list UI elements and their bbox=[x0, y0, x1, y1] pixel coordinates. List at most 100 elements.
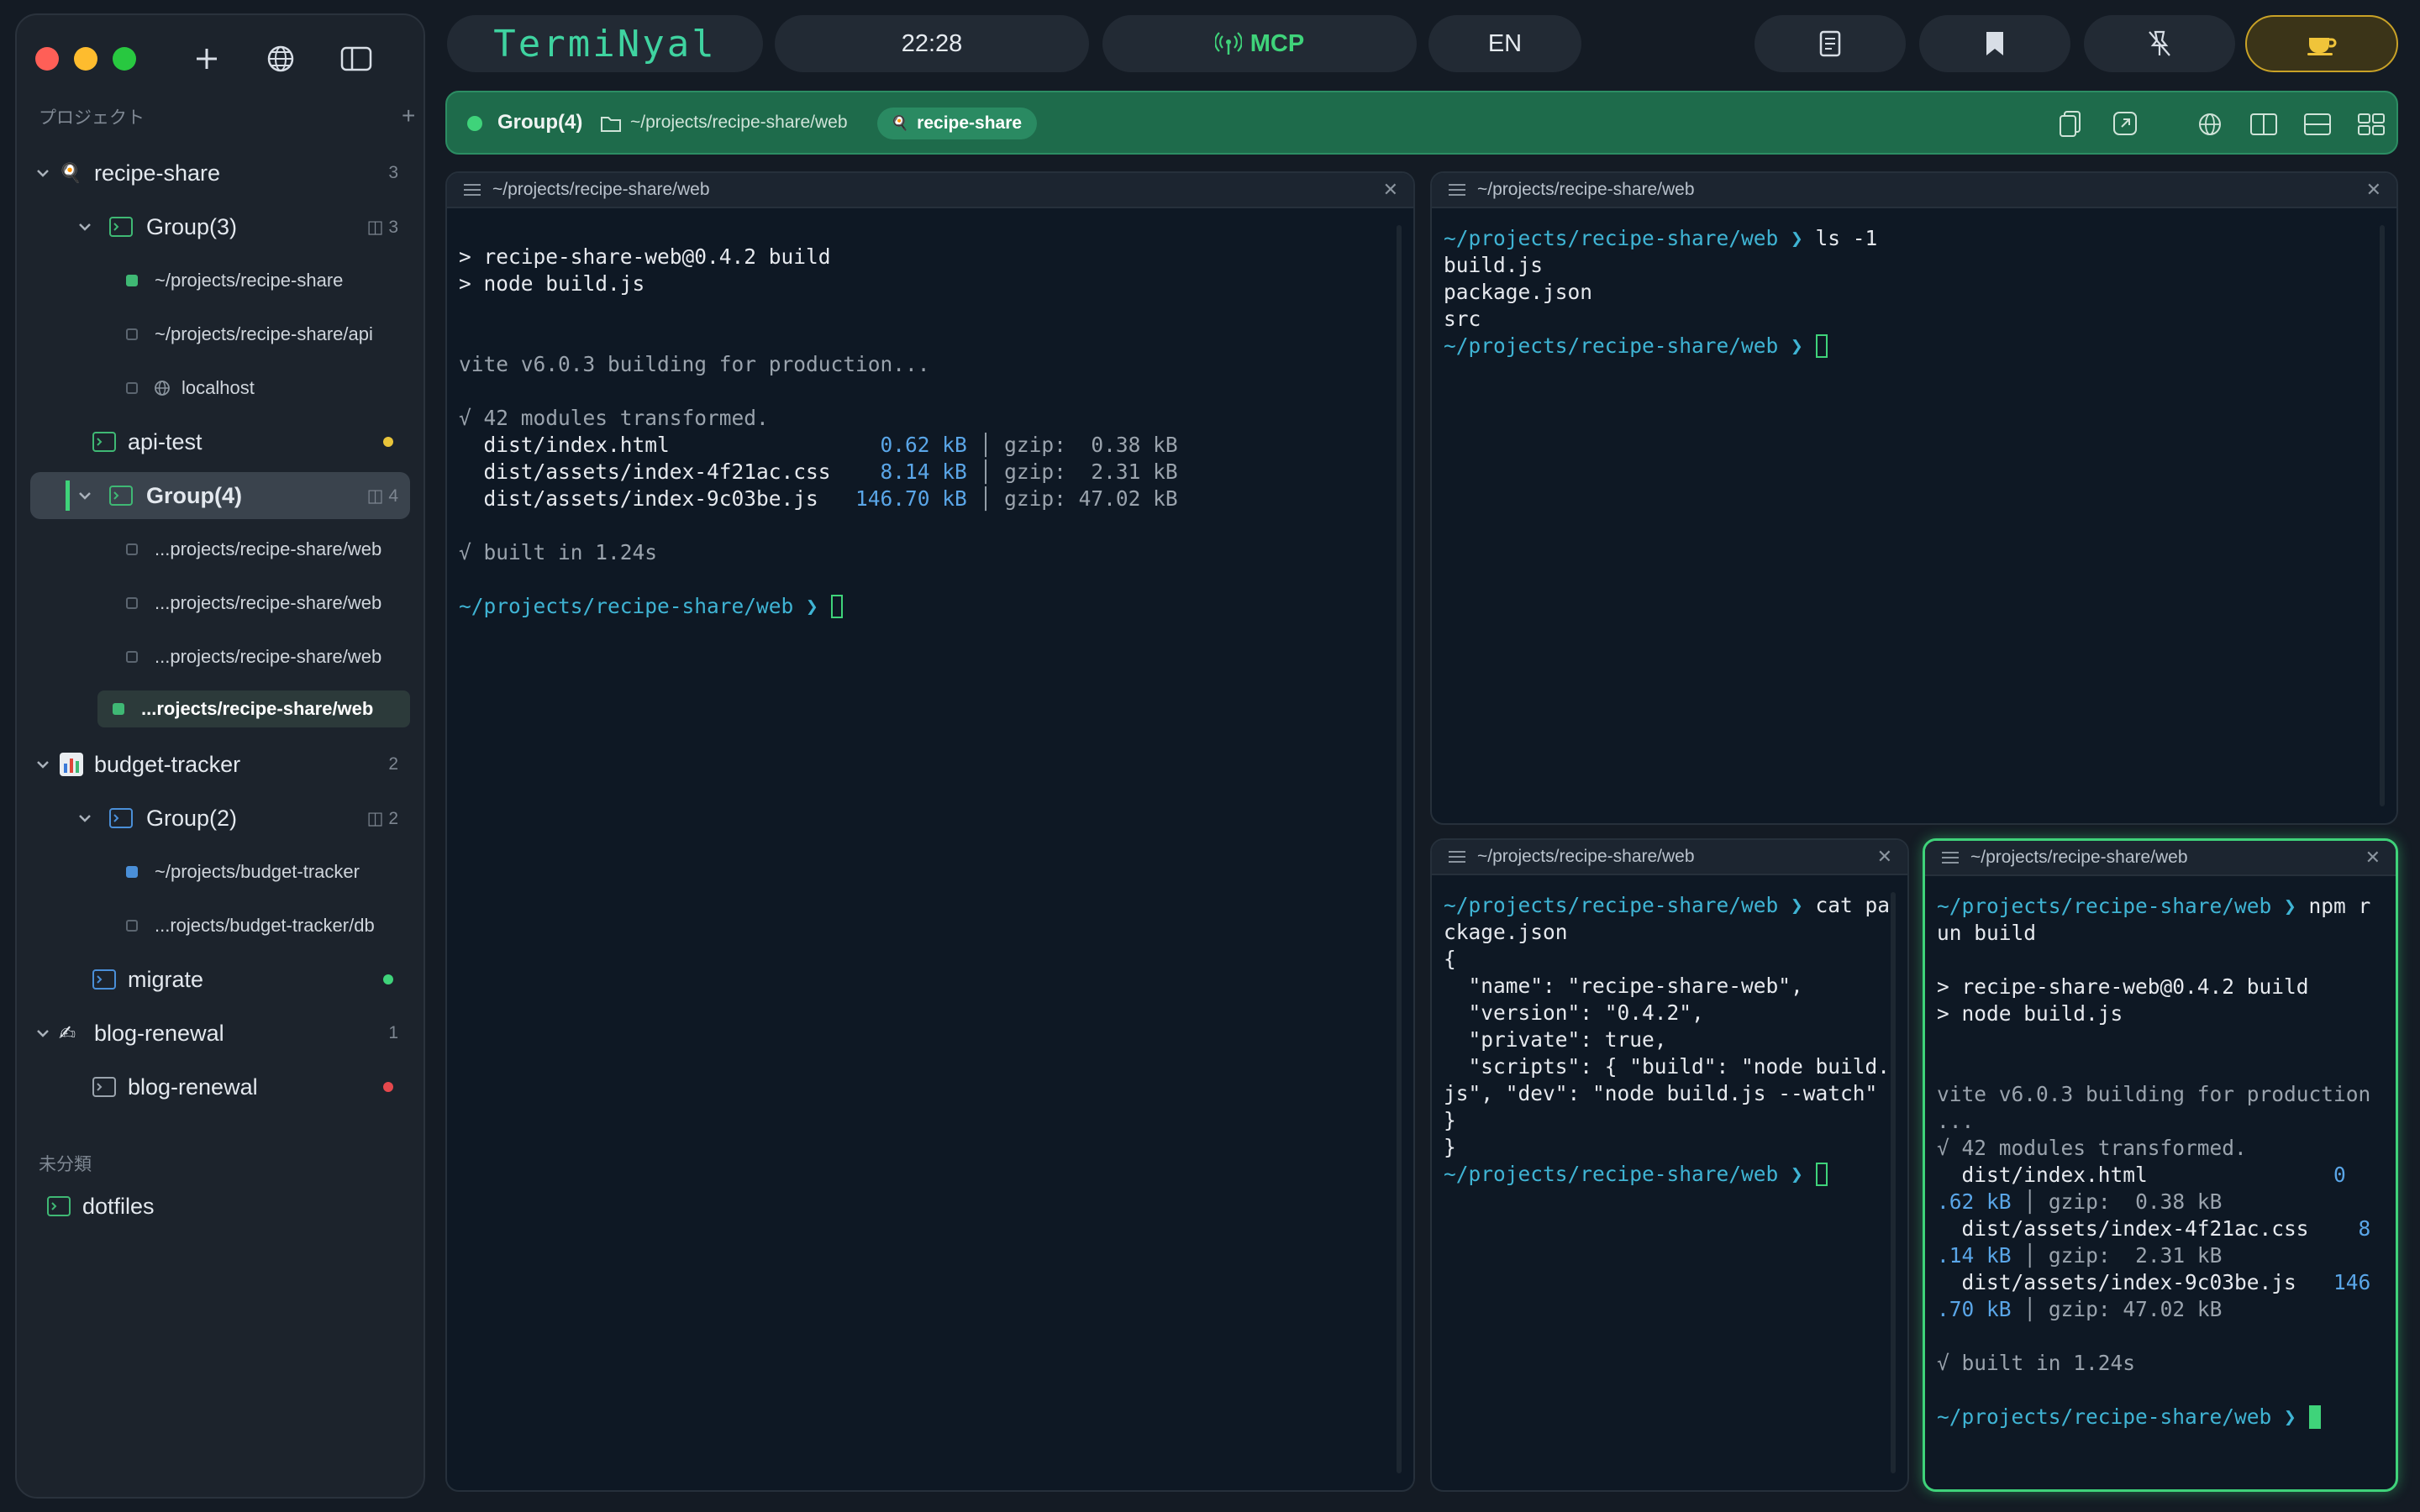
session-checkbox[interactable] bbox=[126, 543, 138, 555]
session-item[interactable]: ...projects/recipe-share/web bbox=[30, 526, 410, 573]
terminal-pane-bottom-right-active[interactable]: ~/projects/recipe-share/web ✕ ~/projects… bbox=[1923, 838, 2398, 1492]
group-bar-label: Group(4) bbox=[497, 111, 583, 134]
coffee-button[interactable] bbox=[2245, 15, 2398, 72]
active-indicator bbox=[66, 480, 70, 511]
command: ls -1 bbox=[1815, 226, 1878, 250]
pane-header[interactable]: ~/projects/recipe-share/web ✕ bbox=[447, 173, 1413, 208]
project-recipe-share[interactable]: 🍳 recipe-share 3 bbox=[30, 150, 410, 197]
split-vertical-icon[interactable] bbox=[2249, 109, 2279, 139]
writing-hand-emoji-icon: ✍ bbox=[59, 1021, 76, 1045]
close-window-button[interactable] bbox=[35, 47, 59, 71]
project-count: 3 bbox=[388, 163, 398, 182]
session-checkbox[interactable] bbox=[126, 328, 138, 340]
group-bar: Group(4) ~/projects/recipe-share/web 🍳 r… bbox=[445, 91, 2398, 155]
zoom-window-button[interactable] bbox=[113, 47, 136, 71]
menu-icon[interactable] bbox=[464, 184, 481, 196]
terminal-output[interactable]: ~/projects/recipe-share/web ❯ cat pa ckag… bbox=[1444, 892, 1890, 1188]
terminal-pane-bottom-middle[interactable]: ~/projects/recipe-share/web ✕ ~/projects… bbox=[1430, 838, 1909, 1492]
close-icon[interactable]: ✕ bbox=[2365, 847, 2381, 869]
copy-icon[interactable] bbox=[2057, 109, 2087, 139]
pane-title: ~/projects/recipe-share/web bbox=[1477, 180, 1695, 199]
file-name: dist/assets/index-4f21ac.css bbox=[483, 459, 831, 484]
session-item[interactable]: ...projects/recipe-share/web bbox=[30, 633, 410, 680]
toggle-sidebar-button[interactable] bbox=[338, 40, 375, 77]
session-checkbox[interactable] bbox=[126, 597, 138, 609]
globe-icon[interactable] bbox=[2195, 109, 2225, 139]
group-count: ◫ 2 bbox=[366, 808, 398, 828]
term-line: src bbox=[1444, 307, 1481, 331]
terminal-pane-top-right[interactable]: ~/projects/recipe-share/web ✕ ~/projects… bbox=[1430, 171, 2398, 825]
session-item[interactable]: ~/projects/budget-tracker bbox=[30, 848, 410, 895]
file-size: 146.70 kB bbox=[855, 486, 967, 511]
pane-header[interactable]: ~/projects/recipe-share/web ✕ bbox=[1432, 173, 2396, 208]
menu-icon[interactable] bbox=[1942, 852, 1959, 864]
session-checkbox[interactable] bbox=[126, 382, 138, 394]
session-item[interactable]: ~/projects/recipe-share/api bbox=[30, 311, 410, 358]
grid-layout-icon[interactable] bbox=[2356, 109, 2386, 139]
close-icon[interactable]: ✕ bbox=[1877, 846, 1892, 868]
session-label: ~/projects/recipe-share bbox=[155, 270, 344, 291]
terminal-pane-left[interactable]: ~/projects/recipe-share/web ✕ > recipe-s… bbox=[445, 171, 1415, 1492]
close-icon[interactable]: ✕ bbox=[1383, 179, 1398, 201]
dotfiles-row[interactable]: dotfiles bbox=[30, 1183, 410, 1230]
external-link-icon[interactable] bbox=[2111, 109, 2141, 139]
menu-icon[interactable] bbox=[1449, 851, 1465, 863]
uncategorized-heading: 未分類 bbox=[39, 1155, 92, 1174]
scrollbar[interactable] bbox=[1891, 892, 1896, 1473]
group3-row[interactable]: Group(3) ◫ 3 bbox=[30, 203, 410, 250]
notes-button[interactable] bbox=[1754, 15, 1906, 72]
shell-prompt: ~/projects/recipe-share/web ❯ bbox=[1937, 1404, 2296, 1429]
terminal-output[interactable]: ~/projects/recipe-share/web ❯ npm r un bu… bbox=[1937, 893, 2381, 1431]
chevron-down-icon bbox=[79, 223, 91, 231]
command: npm r bbox=[2308, 894, 2371, 918]
session-checkbox[interactable] bbox=[126, 866, 138, 878]
terminal-output[interactable]: > recipe-share-web@0.4.2 build > node bui… bbox=[459, 244, 1388, 620]
minimize-window-button[interactable] bbox=[74, 47, 97, 71]
session-item[interactable]: ~/projects/recipe-share bbox=[30, 257, 410, 304]
pane-header[interactable]: ~/projects/recipe-share/web ✕ bbox=[1925, 841, 2396, 876]
scrollbar[interactable] bbox=[1397, 225, 1402, 1473]
project-chip[interactable]: 🍳 recipe-share bbox=[877, 108, 1038, 139]
add-project-button[interactable]: + bbox=[402, 102, 415, 129]
globe-icon bbox=[267, 45, 294, 72]
close-icon[interactable]: ✕ bbox=[2366, 179, 2381, 201]
browser-button[interactable] bbox=[262, 40, 299, 77]
terminal-output[interactable]: ~/projects/recipe-share/web ❯ ls -1 build… bbox=[1444, 225, 2371, 360]
session-item-active[interactable]: ...rojects/recipe-share/web bbox=[97, 690, 410, 727]
project-count: 2 bbox=[388, 754, 398, 774]
session-checkbox[interactable] bbox=[126, 920, 138, 932]
scrollbar[interactable] bbox=[2380, 225, 2385, 806]
group-label: Group(2) bbox=[146, 805, 238, 831]
session-checkbox[interactable] bbox=[113, 703, 124, 715]
migrate-row[interactable]: migrate bbox=[30, 956, 410, 1003]
term-line: build.js bbox=[1444, 253, 1544, 277]
session-checkbox[interactable] bbox=[126, 275, 138, 286]
bookmark-button[interactable] bbox=[1919, 15, 2070, 72]
group-label: Group(4) bbox=[146, 482, 242, 508]
term-line: > node build.js bbox=[459, 271, 645, 296]
api-test-row[interactable]: api-test bbox=[30, 418, 410, 465]
session-item[interactable]: ...projects/recipe-share/web bbox=[30, 580, 410, 627]
bookmark-icon bbox=[1986, 32, 2003, 55]
split-horizontal-icon[interactable] bbox=[2302, 109, 2333, 139]
project-blog-renewal[interactable]: ✍ blog-renewal 1 bbox=[30, 1010, 410, 1057]
session-checkbox[interactable] bbox=[126, 651, 138, 663]
file-size: .70 kB bbox=[1937, 1297, 2012, 1321]
group2-row[interactable]: Group(2) ◫ 2 bbox=[30, 795, 410, 842]
command: ckage.json bbox=[1444, 920, 1568, 944]
session-item[interactable]: ...rojects/budget-tracker/db bbox=[30, 902, 410, 949]
session-item[interactable]: localhost bbox=[30, 365, 410, 412]
sidebar-icon bbox=[340, 46, 372, 71]
group4-row[interactable]: Group(4) ◫ 4 bbox=[30, 472, 410, 519]
menu-icon[interactable] bbox=[1449, 184, 1465, 196]
mcp-status-button[interactable]: MCP bbox=[1102, 15, 1417, 72]
pane-header[interactable]: ~/projects/recipe-share/web ✕ bbox=[1432, 840, 1907, 875]
language-button[interactable]: EN bbox=[1428, 15, 1581, 72]
group-bar-path: ~/projects/recipe-share/web bbox=[630, 113, 848, 132]
unpin-button[interactable] bbox=[2084, 15, 2235, 72]
new-tab-button[interactable] bbox=[188, 40, 225, 77]
blog-renewal-row[interactable]: blog-renewal bbox=[30, 1063, 410, 1110]
term-line: √ built in 1.24s bbox=[1937, 1351, 2136, 1375]
chevron-down-icon bbox=[37, 170, 49, 177]
project-budget-tracker[interactable]: budget-tracker 2 bbox=[30, 741, 410, 788]
